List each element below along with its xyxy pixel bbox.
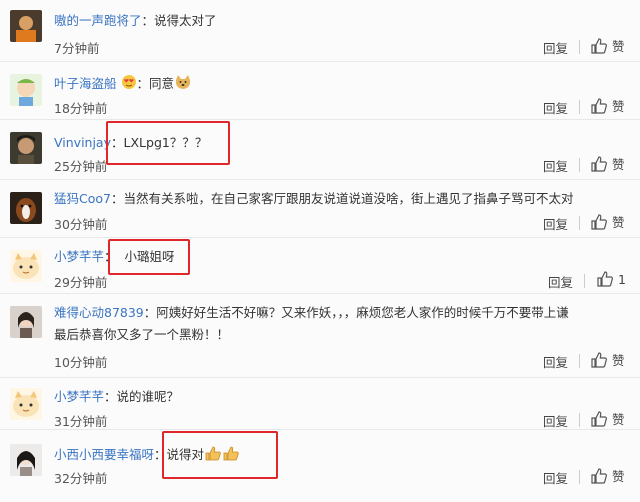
comment-content: 难得心动87839：阿姨好好生活不好嘛？又来作妖，，，麻烦您老人家作的时候千万不…	[54, 305, 569, 342]
comment-item: 小梦芊芊： 小璐姐呀 29分钟前 回复 1	[0, 238, 640, 294]
timestamp: 31分钟前	[54, 414, 108, 429]
divider	[579, 413, 580, 427]
like-count: 1	[618, 271, 626, 287]
divider	[579, 158, 580, 172]
username-link[interactable]: 嗷的一声跑将了	[54, 13, 142, 28]
username-link[interactable]: 难得心动87839	[54, 305, 144, 320]
divider	[579, 470, 580, 484]
comment-content: 猛犸Coo7：当然有关系啦，在自己家客厅跟朋友说道说道没啥，街上遇见了指鼻子骂可…	[54, 191, 574, 206]
avatar[interactable]	[10, 388, 42, 420]
like-label: 赞	[612, 99, 625, 114]
divider	[579, 40, 580, 54]
comment-text-continued: 最后恭喜你又多了一个黑粉！！	[54, 327, 230, 342]
reply-button[interactable]: 回复	[543, 38, 568, 57]
thumbs-up-emoji-icon	[204, 444, 242, 467]
divider	[579, 216, 580, 230]
thumbs-up-icon	[591, 351, 607, 368]
avatar[interactable]	[10, 10, 42, 42]
divider	[579, 354, 580, 368]
username-link[interactable]: 小梦芊芊	[54, 389, 104, 404]
comment-item: 叶子海盗船 ：同意 18分钟前 回复 赞	[0, 62, 640, 120]
timestamp: 18分钟前	[54, 101, 108, 116]
thumbs-up-icon	[591, 410, 607, 427]
divider	[584, 274, 585, 288]
timestamp: 10分钟前	[54, 355, 108, 370]
comment-content: 小梦芊芊： 小璐姐呀	[54, 249, 175, 264]
avatar[interactable]	[10, 250, 42, 282]
like-label: 赞	[612, 157, 625, 172]
thumbs-up-icon	[597, 271, 613, 287]
comment-content: 小西小西要幸福呀：说得对	[54, 444, 620, 467]
thumbs-up-icon	[591, 155, 607, 172]
username-link[interactable]: 叶子海盗船	[54, 76, 117, 91]
avatar[interactable]	[10, 444, 42, 476]
username-link[interactable]: Vinvinjay	[54, 135, 111, 150]
reply-button[interactable]: 回复	[543, 156, 568, 175]
like-label: 赞	[612, 39, 625, 54]
heart-eyes-emoji-icon	[121, 74, 137, 95]
thumbs-up-icon	[591, 37, 607, 54]
avatar[interactable]	[10, 306, 42, 338]
comment-text: 当然有关系啦，在自己家客厅跟朋友说道说道没啥，街上遇见了指鼻子骂可不太对	[123, 191, 574, 206]
comment-text: 同意	[149, 76, 175, 91]
like-button[interactable]: 赞	[590, 350, 625, 369]
comment-item: Vinvinjay：LXLpg1？？？ 25分钟前 回复 赞	[0, 120, 640, 180]
timestamp: 7分钟前	[54, 41, 100, 56]
timestamp: 25分钟前	[54, 159, 108, 174]
comment-content: 小梦芊芊：说的谁呢？	[54, 389, 180, 404]
like-button[interactable]: 赞	[590, 212, 625, 231]
comment-item: 嗷的一声跑将了：说得太对了 7分钟前 回复 赞	[0, 0, 640, 62]
thumbs-up-icon	[591, 213, 607, 230]
like-button[interactable]: 赞	[590, 96, 625, 115]
comment-item: 难得心动87839：阿姨好好生活不好嘛？又来作妖，，，麻烦您老人家作的时候千万不…	[0, 294, 640, 378]
comment-item: 小梦芊芊：说的谁呢？ 31分钟前 回复 赞	[0, 378, 640, 430]
comment-text: 阿姨好好生活不好嘛？又来作妖，，，麻烦您老人家作的时候千万不要带上谦	[156, 305, 569, 320]
reply-button[interactable]: 回复	[543, 468, 568, 487]
timestamp: 29分钟前	[54, 275, 108, 290]
like-label: 赞	[612, 469, 625, 484]
doge-emoji-icon	[174, 74, 192, 95]
comment-content: 叶子海盗船 ：同意	[54, 74, 620, 95]
reply-button[interactable]: 回复	[543, 411, 568, 430]
like-button[interactable]: 赞	[590, 409, 625, 428]
reply-button[interactable]: 回复	[543, 352, 568, 371]
reply-button[interactable]: 回复	[548, 272, 573, 291]
username-link[interactable]: 小梦芊芊	[54, 249, 104, 264]
comment-content: 嗷的一声跑将了：说得太对了	[54, 13, 217, 28]
like-label: 赞	[612, 215, 625, 230]
avatar[interactable]	[10, 74, 42, 106]
like-button[interactable]: 1	[596, 270, 626, 288]
reply-button[interactable]: 回复	[543, 214, 568, 233]
timestamp: 30分钟前	[54, 217, 108, 232]
like-button[interactable]: 赞	[590, 36, 625, 55]
comment-text: 说得太对了	[154, 13, 217, 28]
comment-feed: 嗷的一声跑将了：说得太对了 7分钟前 回复 赞 叶子海盗船 ：同意 18分钟前 …	[0, 0, 640, 502]
divider	[579, 100, 580, 114]
like-button[interactable]: 赞	[590, 154, 625, 173]
avatar[interactable]	[10, 192, 42, 224]
reply-button[interactable]: 回复	[543, 98, 568, 117]
comment-text: 说的谁呢？	[116, 389, 180, 404]
username-link[interactable]: 小西小西要幸福呀	[54, 447, 154, 462]
comment-content: Vinvinjay：LXLpg1？？？	[54, 135, 208, 150]
comment-text: LXLpg1？？？	[123, 135, 208, 150]
like-label: 赞	[612, 412, 625, 427]
comment-text: 说得对	[166, 447, 205, 462]
avatar[interactable]	[10, 132, 42, 164]
comment-text: 小璐姐呀	[124, 249, 175, 264]
timestamp: 32分钟前	[54, 471, 108, 486]
username-link[interactable]: 猛犸Coo7	[54, 191, 111, 206]
like-label: 赞	[612, 353, 625, 368]
thumbs-up-icon	[591, 97, 607, 114]
comment-item: 小西小西要幸福呀：说得对 32分钟前 回复 赞	[0, 430, 640, 502]
like-button[interactable]: 赞	[590, 466, 625, 485]
comment-item: 猛犸Coo7：当然有关系啦，在自己家客厅跟朋友说道说道没啥，街上遇见了指鼻子骂可…	[0, 180, 640, 238]
thumbs-up-icon	[591, 467, 607, 484]
